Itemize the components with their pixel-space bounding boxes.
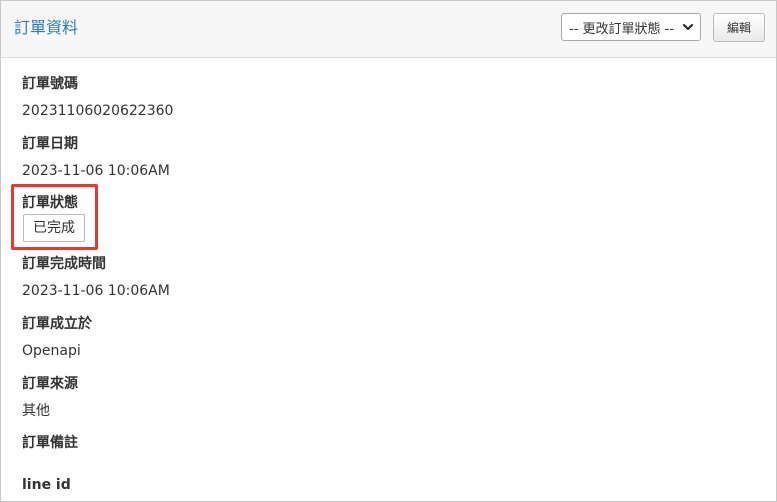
field-order-date: 訂單日期 2023-11-06 10:06AM — [22, 134, 170, 181]
edit-button[interactable]: 編輯 — [713, 13, 765, 42]
field-label: 訂單成立於 — [22, 316, 92, 332]
field-completed-time: 訂單完成時間 2023-11-06 10:06AM — [22, 254, 170, 301]
field-label: 訂單來源 — [22, 376, 78, 392]
field-value: 2023-11-06 10:06AM — [22, 283, 170, 299]
field-label: 訂單備註 — [22, 435, 78, 451]
chevron-down-icon — [682, 21, 694, 33]
panel-header: 訂單資料 -- 更改訂單狀態 -- 編輯 — [1, 1, 776, 58]
field-label: 訂單日期 — [22, 136, 78, 152]
field-label: 訂單號碼 — [22, 76, 78, 92]
field-value: 20231106020622360 — [22, 103, 174, 119]
field-order-notes: 訂單備註 — [22, 433, 78, 453]
change-status-select[interactable]: -- 更改訂單狀態 -- — [561, 13, 701, 41]
highlight-box — [11, 184, 98, 250]
field-order-number: 訂單號碼 20231106020622360 — [22, 74, 173, 121]
field-value: Openapi — [22, 343, 81, 359]
field-order-source: 訂單來源 其他 — [22, 374, 78, 421]
order-info-panel: 訂單資料 -- 更改訂單狀態 -- 編輯 訂單號碼 20231106020622… — [0, 0, 777, 502]
change-status-select-value: -- 更改訂單狀態 -- — [569, 21, 675, 37]
panel-title: 訂單資料 — [14, 18, 79, 37]
field-line-id: line id — [22, 475, 71, 495]
field-value: 2023-11-06 10:06AM — [22, 163, 170, 179]
field-label: line id — [22, 477, 71, 493]
field-created-via: 訂單成立於 Openapi — [22, 314, 92, 361]
field-value: 其他 — [22, 403, 50, 419]
field-label: 訂單完成時間 — [22, 256, 106, 272]
